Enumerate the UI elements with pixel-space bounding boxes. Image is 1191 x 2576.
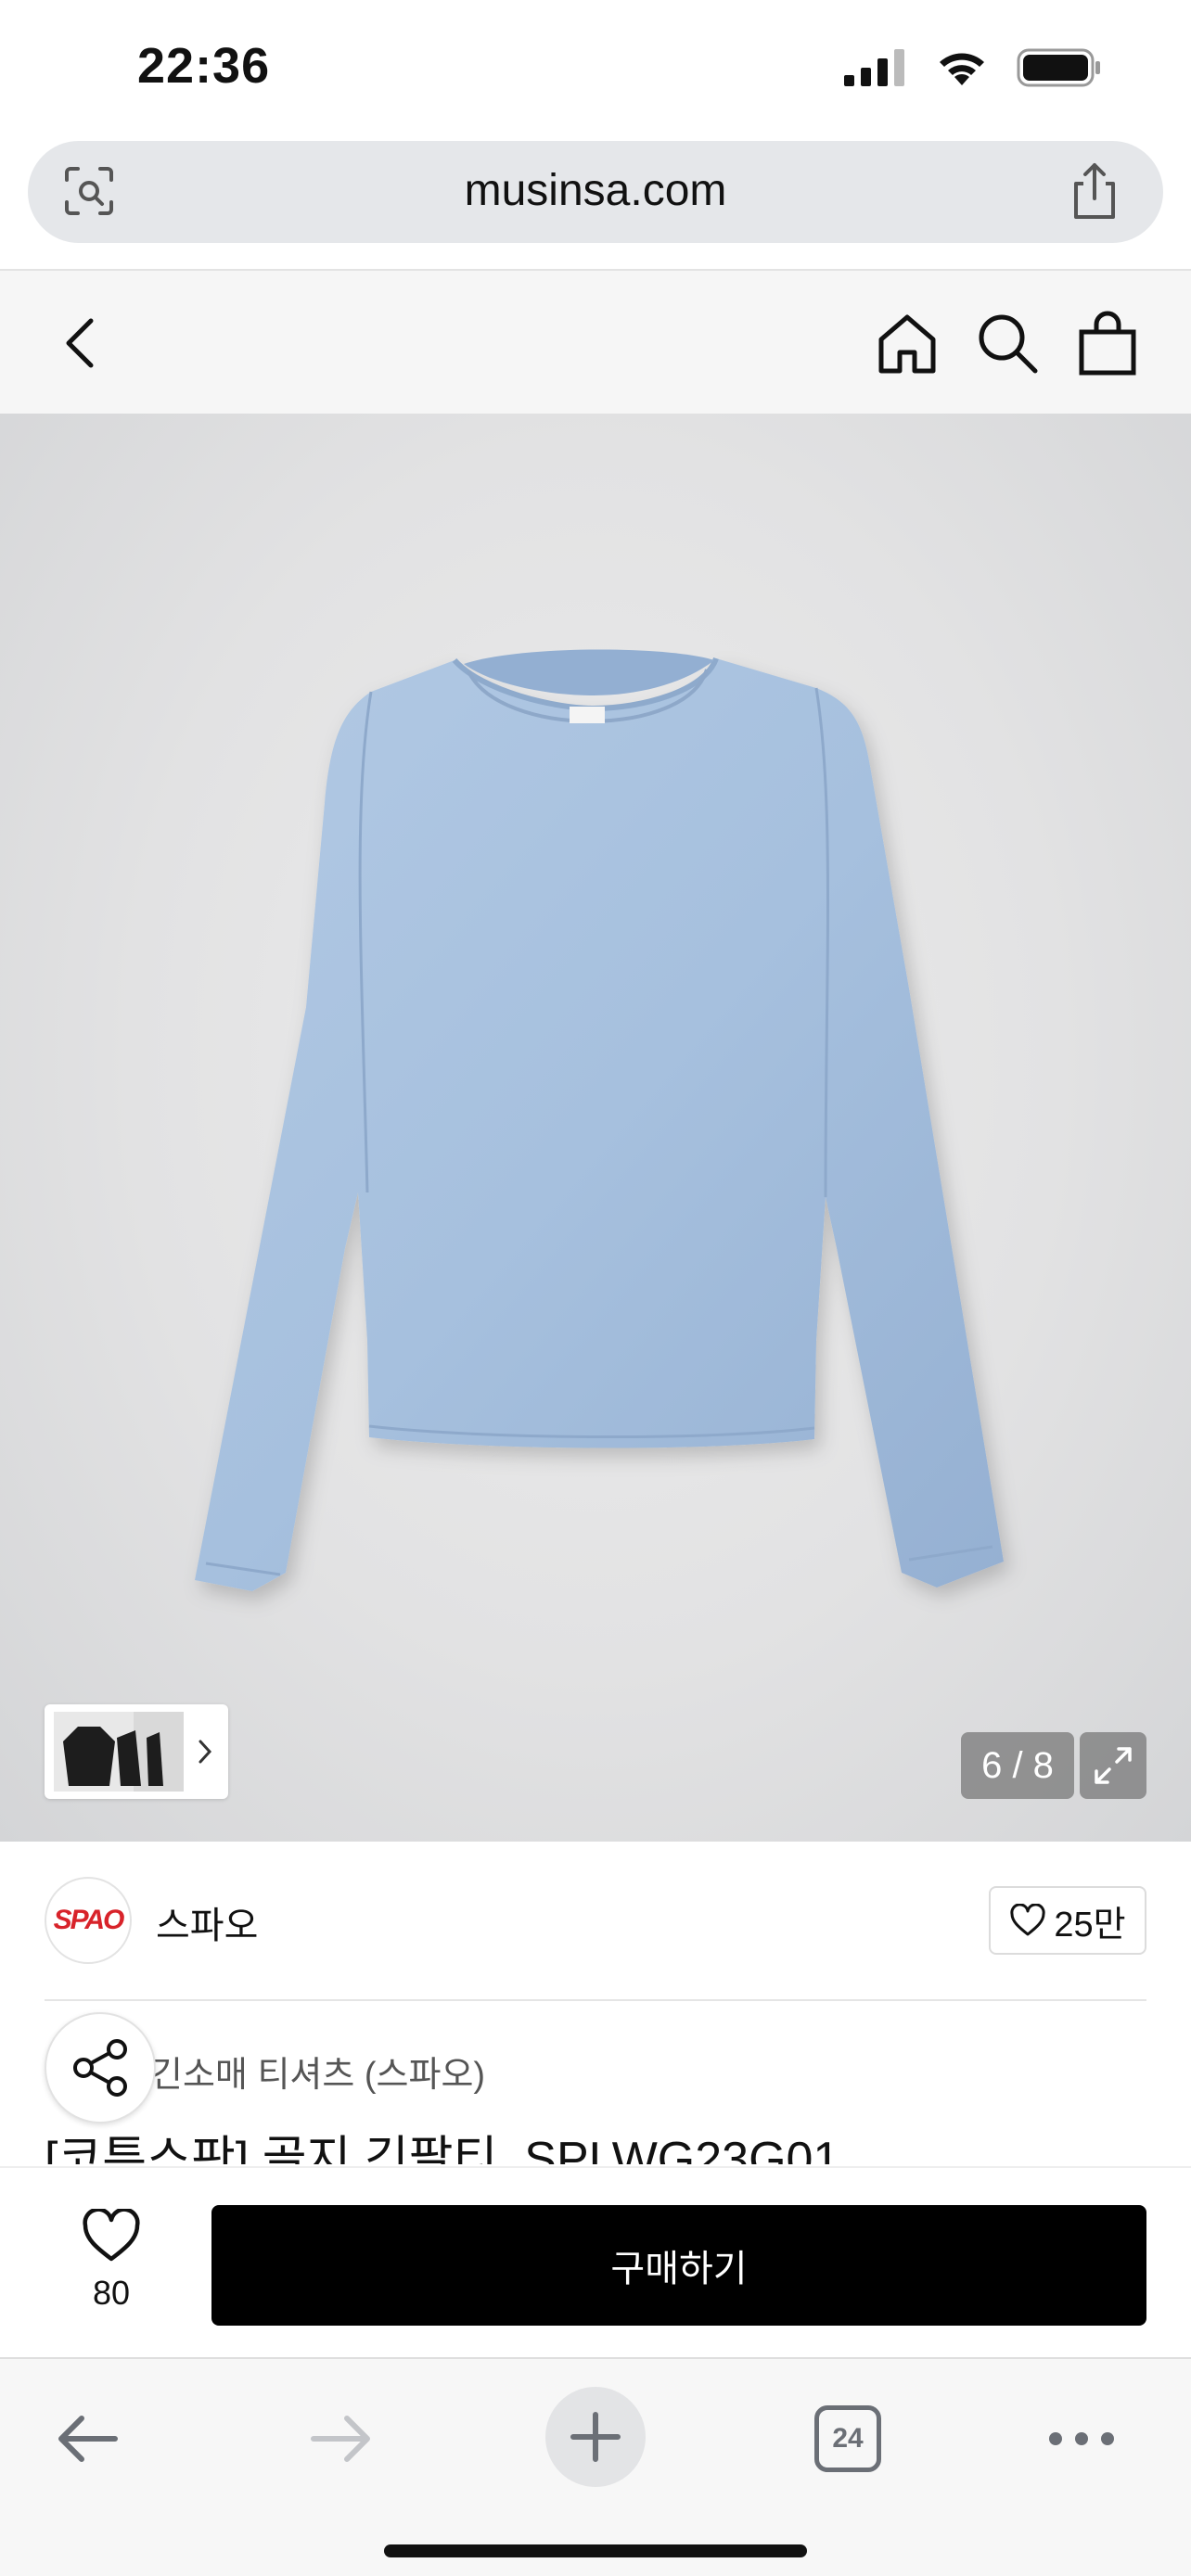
home-icon[interactable]	[872, 308, 942, 378]
back-chevron-icon[interactable]	[46, 308, 117, 378]
new-tab-button[interactable]	[545, 2387, 646, 2487]
url-text[interactable]: musinsa.com	[28, 165, 1163, 216]
brand-row: SPAO 스파오 25만	[0, 1842, 1191, 1999]
shopping-bag-icon[interactable]	[1072, 308, 1143, 378]
browser-forward-button[interactable]	[295, 2392, 388, 2485]
wishlist-heart-icon[interactable]	[82, 2209, 141, 2263]
app-header	[0, 269, 1191, 414]
brand-like-count: 25만	[1054, 1905, 1126, 1945]
url-bar[interactable]: musinsa.com	[28, 141, 1163, 243]
tab-count: 24	[814, 2405, 881, 2472]
thumbnail-image	[54, 1712, 212, 1792]
image-page-counter: 6 / 8	[961, 1732, 1074, 1799]
share-product-button[interactable]	[45, 2012, 156, 2123]
brand-name[interactable]: 스파오	[156, 1895, 258, 1949]
status-bar: 22:36	[0, 0, 1191, 139]
divider	[45, 1999, 1146, 2001]
ellipsis-icon	[1049, 2432, 1114, 2445]
fullscreen-button[interactable]	[1080, 1732, 1146, 1799]
plus-icon	[570, 2412, 621, 2462]
arrow-right-icon	[311, 2416, 370, 2462]
product-title: [코튼스판] 골지 긴팔티_SPLWG23G01	[45, 2133, 840, 2164]
status-time: 22:36	[137, 38, 271, 94]
search-icon[interactable]	[972, 308, 1043, 378]
color-thumbnail-strip[interactable]	[45, 1704, 228, 1799]
share-icon[interactable]	[1067, 161, 1122, 221]
more-button[interactable]	[1035, 2392, 1128, 2485]
product-photo	[195, 649, 1004, 1591]
status-icons	[844, 48, 1102, 87]
wifi-icon	[940, 53, 984, 85]
heart-icon	[1010, 1904, 1045, 1936]
browser-back-button[interactable]	[41, 2392, 134, 2485]
home-indicator	[384, 2544, 807, 2557]
arrow-left-icon	[58, 2416, 118, 2462]
tabs-button[interactable]: 24	[801, 2392, 894, 2485]
wishlist-count: 80	[92, 2274, 131, 2312]
brand-like-button[interactable]: 25만	[989, 1886, 1146, 1955]
purchase-bar: 80 구매하기	[0, 2166, 1191, 2357]
product-category[interactable]: 긴소매 티셔츠 (스파오)	[150, 2046, 485, 2097]
browser-toolbar: 24	[0, 2357, 1191, 2576]
expand-icon	[1095, 1747, 1132, 1784]
battery-icon	[1017, 48, 1100, 87]
buy-button[interactable]: 구매하기	[211, 2205, 1146, 2326]
cellular-signal-icon	[844, 49, 904, 86]
product-image-gallery[interactable]: 6 / 8	[0, 414, 1191, 1842]
brand-logo-text: SPAO	[53, 1905, 125, 1935]
brand-logo[interactable]: SPAO	[45, 1877, 132, 1964]
share-nodes-icon	[73, 2039, 127, 2097]
